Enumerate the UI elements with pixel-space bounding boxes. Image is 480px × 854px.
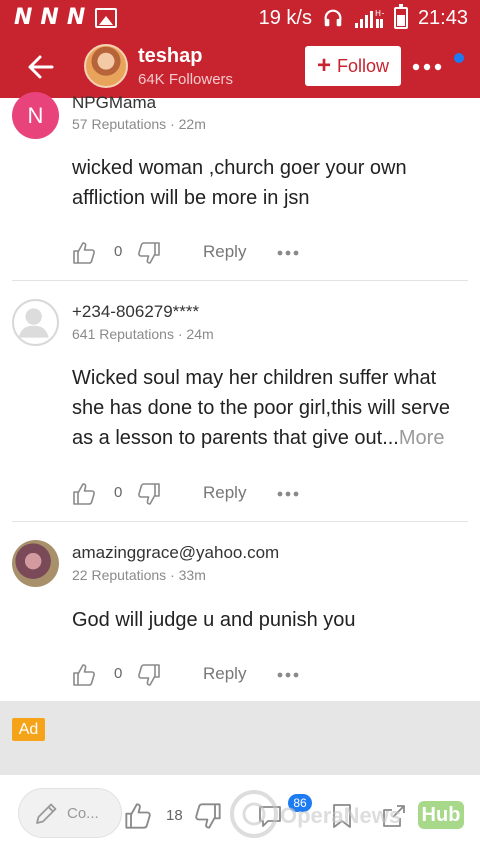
avatar-letter: N — [27, 102, 44, 128]
reply-button[interactable]: Reply — [203, 483, 246, 503]
follow-button[interactable]: + Follow — [305, 46, 401, 86]
commenter-avatar[interactable]: N — [12, 92, 59, 139]
commenter-name[interactable]: amazinggrace@yahoo.com — [72, 543, 279, 563]
status-bar: N N N 19 k/s H+ 21:43 — [0, 0, 480, 36]
comment-bubble-icon[interactable] — [256, 802, 284, 830]
comment-more-icon[interactable] — [277, 672, 299, 678]
article-like-count: 18 — [166, 807, 183, 824]
watermark-hub: Hub — [418, 801, 464, 829]
author-avatar[interactable] — [84, 44, 128, 88]
status-right: 19 k/s H+ 21:43 — [258, 4, 468, 30]
thumbs-down-icon[interactable] — [194, 802, 222, 830]
comment-more-icon[interactable] — [277, 250, 299, 256]
comment-input[interactable]: Co... — [18, 788, 122, 838]
default-user-icon — [18, 308, 49, 338]
like-count: 0 — [114, 243, 123, 260]
comment-text: God will judge u and punish you — [72, 609, 356, 631]
pen-icon — [36, 803, 57, 824]
thumbs-down-icon[interactable] — [137, 482, 161, 506]
ad-badge: Ad — [12, 718, 45, 741]
thumbs-up-icon[interactable] — [72, 663, 96, 687]
thumbs-down-icon[interactable] — [137, 663, 161, 687]
network-speed: 19 k/s — [258, 7, 312, 29]
clock: 21:43 — [417, 7, 468, 29]
thumbs-up-icon[interactable] — [124, 802, 152, 830]
more-link[interactable]: More — [399, 427, 445, 449]
follower-count: 64K Followers — [138, 71, 234, 88]
profile-header: teshap 64K Followers + Follow — [0, 36, 480, 98]
carrier-mark-2: N — [40, 5, 59, 30]
bookmark-icon[interactable] — [330, 802, 354, 830]
like-count: 0 — [114, 484, 123, 501]
signal-icon: H+ — [354, 9, 384, 28]
status-left: N N N — [14, 5, 118, 30]
comment-meta: 57 Reputations · 22m — [72, 116, 206, 132]
comment-placeholder: Co... — [67, 805, 99, 822]
like-count: 0 — [114, 665, 123, 682]
back-arrow-icon[interactable] — [24, 50, 58, 84]
comment-more-icon[interactable] — [277, 491, 299, 497]
comment-item: +234-806279**** 641 Reputations · 24m Wi… — [0, 281, 480, 521]
ad-banner[interactable] — [0, 701, 480, 775]
plus-icon: + — [316, 52, 331, 79]
comment-text: Wicked soul may her children suffer what… — [72, 363, 468, 453]
carrier-mark-1: N — [14, 5, 33, 30]
gallery-notification-icon — [95, 8, 118, 28]
comment-actions: 0 Reply — [72, 663, 372, 687]
reply-button[interactable]: Reply — [203, 242, 246, 262]
comment-item: amazinggrace@yahoo.com 22 Reputations · … — [0, 522, 480, 700]
author-name[interactable]: teshap — [138, 45, 202, 68]
comment-text: wicked woman ,church goer your own affli… — [72, 157, 407, 209]
battery-icon — [393, 4, 408, 29]
comment-actions: 0 Reply — [72, 241, 372, 265]
commenter-name[interactable]: NPGMama — [72, 93, 156, 113]
commenter-avatar[interactable] — [12, 540, 59, 587]
carrier-mark-3: N — [66, 5, 86, 30]
thumbs-down-icon[interactable] — [137, 241, 161, 265]
comment-actions: 0 Reply — [72, 482, 372, 506]
share-icon[interactable] — [380, 802, 408, 830]
comment-count-badge: 86 — [288, 794, 312, 812]
comment-item: N NPGMama 57 Reputations · 22m wicked wo… — [0, 92, 480, 280]
follow-label: Follow — [337, 55, 390, 76]
thumbs-up-icon[interactable] — [72, 482, 96, 506]
headphone-icon — [324, 9, 342, 27]
thumbs-up-icon[interactable] — [72, 241, 96, 265]
notification-dot — [454, 53, 464, 63]
commenter-avatar[interactable] — [12, 299, 59, 346]
comment-body: Wicked soul may her children suffer what… — [72, 367, 450, 449]
commenter-name[interactable]: +234-806279**** — [72, 302, 199, 322]
reply-button[interactable]: Reply — [203, 664, 246, 684]
network-type-label: H+ — [375, 9, 384, 18]
comment-meta: 641 Reputations · 24m — [72, 326, 214, 342]
comment-meta: 22 Reputations · 33m — [72, 567, 206, 583]
bottom-action-bar: Co... 18 86 OperaNews Hub — [0, 775, 480, 854]
more-options-icon[interactable] — [412, 62, 442, 72]
